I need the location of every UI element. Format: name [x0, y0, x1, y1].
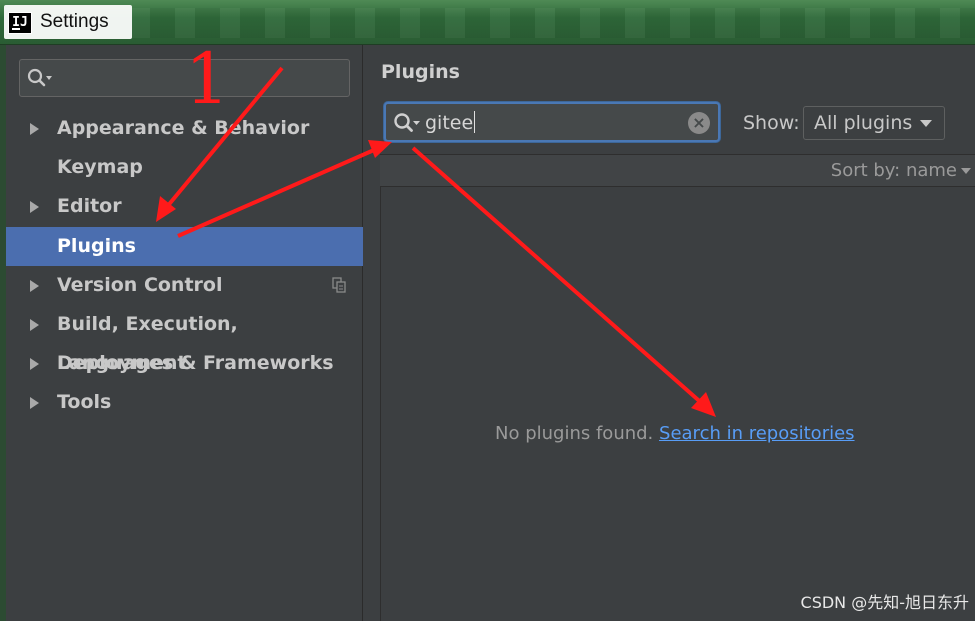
sidebar-item-tools[interactable]: Tools [6, 383, 363, 422]
window-title-bar: IJ Settings [0, 0, 975, 45]
page-title: Plugins [381, 61, 460, 83]
empty-state-message: No plugins found. Search in repositories [495, 423, 855, 444]
sidebar-item-appearance-behavior[interactable]: Appearance & Behavior [6, 109, 363, 148]
expand-arrow-icon[interactable] [30, 280, 39, 292]
copy-icon [332, 277, 346, 293]
window-left-edge [0, 45, 6, 621]
sidebar-item-label: Plugins [57, 235, 136, 257]
search-icon[interactable] [392, 111, 422, 135]
sidebar-item-label: Version Control [57, 274, 223, 296]
plugin-search-value[interactable]: gitee [425, 111, 476, 134]
expand-arrow-icon[interactable] [30, 358, 39, 370]
expand-arrow-icon[interactable] [30, 123, 39, 135]
plugin-search-input[interactable]: gitee × [384, 102, 720, 142]
window-title: Settings [40, 11, 109, 32]
plugin-list [380, 187, 975, 621]
plugins-panel: Plugins gitee × Show: All plugins Sort b… [364, 45, 975, 621]
sidebar-item-label: Editor [57, 195, 122, 217]
sort-by-button[interactable]: Sort by: name [831, 160, 957, 181]
intellij-app-icon: IJ [8, 12, 32, 34]
show-filter-value: All plugins [814, 112, 913, 134]
plugin-list-header: Sort by: name [380, 154, 975, 187]
sidebar-item-editor[interactable]: Editor [6, 187, 363, 226]
expand-arrow-icon[interactable] [30, 319, 39, 331]
sidebar-item-label: Keymap [57, 156, 143, 178]
sidebar-item-label: Languages & Frameworks [57, 352, 334, 374]
show-filter-label: Show: [743, 112, 800, 134]
expand-arrow-icon[interactable] [30, 201, 39, 213]
sidebar-item-keymap[interactable]: Keymap [6, 148, 363, 187]
settings-sidebar: Appearance & Behavior Keymap Editor Plug… [0, 45, 363, 621]
chevron-down-icon[interactable] [961, 168, 971, 174]
expand-arrow-icon[interactable] [30, 397, 39, 409]
sidebar-item-plugins[interactable]: Plugins [6, 227, 363, 266]
search-icon[interactable] [26, 66, 54, 90]
empty-state-text: No plugins found. [495, 423, 654, 444]
sidebar-item-languages-frameworks[interactable]: Languages & Frameworks [6, 344, 363, 383]
sidebar-search-input[interactable] [19, 59, 350, 97]
sidebar-item-label: Appearance & Behavior [57, 117, 310, 139]
clear-search-icon[interactable]: × [688, 112, 710, 134]
show-filter-dropdown[interactable]: All plugins [803, 106, 945, 140]
sidebar-item-build-execution-deployment[interactable]: Build, Execution, Deployment [6, 305, 363, 374]
sidebar-item-version-control[interactable]: Version Control [6, 266, 363, 305]
chevron-down-icon [920, 120, 932, 127]
csdn-watermark: CSDN @先知-旭日东升 [800, 593, 969, 612]
search-in-repositories-link[interactable]: Search in repositories [659, 423, 855, 444]
sidebar-item-label: Tools [57, 391, 112, 413]
